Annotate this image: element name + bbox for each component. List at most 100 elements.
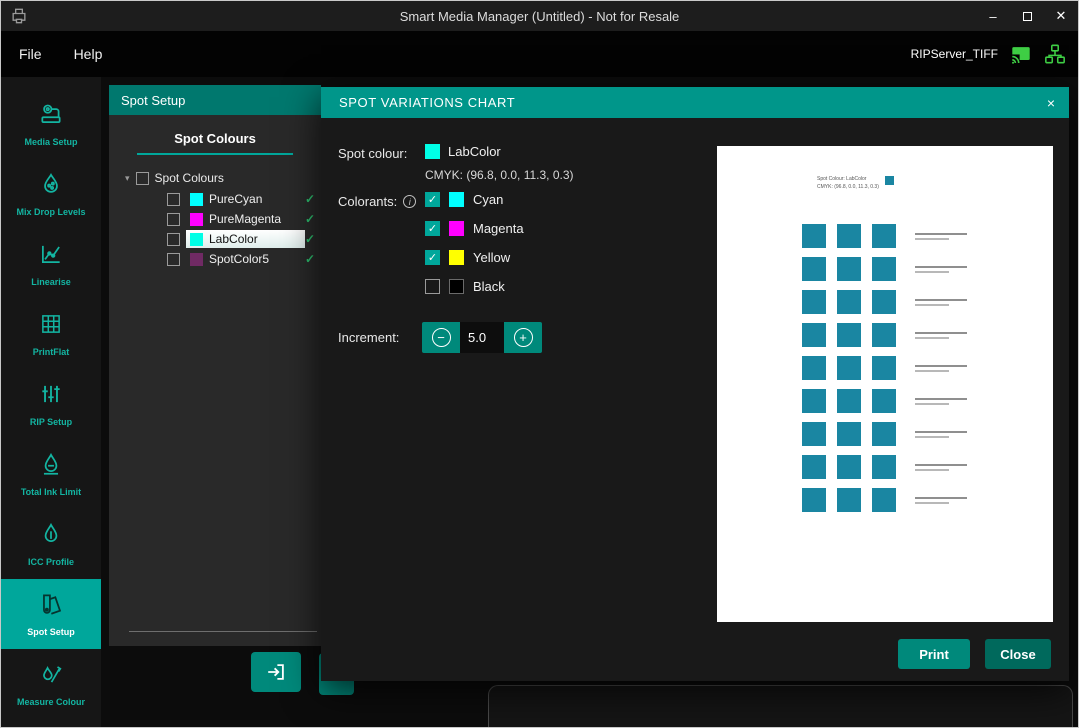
icc-profile-icon	[38, 521, 64, 552]
variation-swatch	[837, 455, 861, 479]
sidebar-item-spot-setup[interactable]: Spot Setup	[1, 579, 101, 649]
spot-colours-panel: Spot Colours ▾ Spot Colours PureCyan✓Pur…	[109, 115, 321, 646]
sidebar-item-mix-drop-levels[interactable]: Mix Drop Levels	[1, 159, 101, 229]
colorant-swatch	[449, 250, 464, 265]
decrement-button[interactable]: −	[422, 322, 460, 353]
title-bar: Smart Media Manager (Untitled) - Not for…	[1, 1, 1078, 31]
tree-root-row[interactable]: ▾ Spot Colours	[109, 167, 321, 189]
tree-item-spotcolor5[interactable]: SpotColor5✓	[109, 249, 321, 269]
colorant-checkbox[interactable]	[425, 279, 440, 294]
colorant-swatch	[449, 279, 464, 294]
label-text-line	[915, 332, 967, 334]
label-text-line	[915, 502, 949, 504]
colorant-row-cyan: ✓Cyan	[425, 192, 524, 207]
variation-swatch	[872, 356, 896, 380]
sidebar-item-linearise[interactable]: Linearise	[1, 229, 101, 299]
panel-divider	[129, 631, 317, 632]
variation-row-label	[915, 431, 967, 438]
preview-grid-row	[802, 290, 967, 314]
tree-item-labcolor[interactable]: LabColor✓	[109, 229, 321, 249]
preview-grid-row	[802, 389, 967, 413]
variation-swatch	[872, 224, 896, 248]
spot-colour-name: LabColor	[448, 144, 501, 159]
label-text-line	[915, 304, 949, 306]
approved-check-icon: ✓	[305, 212, 315, 226]
menu-file[interactable]: File	[5, 46, 56, 62]
variation-row-label	[915, 299, 967, 306]
variation-row-label	[915, 497, 967, 504]
colorant-checkbox[interactable]: ✓	[425, 250, 440, 265]
cast-connection-icon[interactable]	[1010, 43, 1032, 65]
label-text-line	[915, 365, 967, 367]
variation-swatch	[872, 290, 896, 314]
tree-item-checkbox[interactable]	[167, 213, 180, 226]
sidebar-item-media-setup[interactable]: Media Setup	[1, 89, 101, 159]
sidebar-item-measure-colour[interactable]: Measure Colour	[1, 649, 101, 719]
tree-item-checkbox[interactable]	[167, 253, 180, 266]
variation-swatch	[802, 323, 826, 347]
background-panel-edge	[488, 685, 1073, 728]
preview-variation-grid	[802, 224, 967, 521]
tree-item-checkbox[interactable]	[167, 233, 180, 246]
measure-colour-icon	[38, 661, 64, 692]
tree-expander-icon[interactable]: ▾	[125, 173, 130, 184]
sidebar-item-printflat[interactable]: PrintFlat	[1, 299, 101, 369]
variation-swatch	[872, 455, 896, 479]
tree-item-highlight: SpotColor5	[186, 250, 305, 268]
page-title: Spot Setup	[109, 85, 321, 115]
tree-item-checkbox[interactable]	[167, 193, 180, 206]
sidebar-item-label: Spot Setup	[27, 627, 75, 637]
maximize-button[interactable]	[1010, 1, 1044, 31]
preview-grid-row	[802, 224, 967, 248]
colorant-swatch	[449, 221, 464, 236]
sidebar-item-rip-setup[interactable]: RIP Setup	[1, 369, 101, 439]
colorant-checkbox[interactable]: ✓	[425, 192, 440, 207]
preview-grid-row	[802, 257, 967, 281]
variation-row-label	[915, 398, 967, 405]
tree-item-name: PureCyan	[209, 192, 262, 206]
variation-swatch	[837, 290, 861, 314]
rip-setup-icon	[38, 381, 64, 412]
approved-check-icon: ✓	[305, 252, 315, 266]
info-icon[interactable]: i	[403, 195, 416, 208]
minimize-button[interactable]: –	[976, 1, 1010, 31]
network-nodes-icon[interactable]	[1044, 43, 1066, 65]
colorant-name: Yellow	[473, 250, 510, 265]
preview-grid-row	[802, 323, 967, 347]
tree-item-purecyan[interactable]: PureCyan✓	[109, 189, 321, 209]
label-text-line	[915, 266, 967, 268]
sidebar-item-total-ink-limit[interactable]: Total Ink Limit	[1, 439, 101, 509]
variation-swatch	[837, 389, 861, 413]
close-button[interactable]: Close	[985, 639, 1051, 669]
label-text-line	[915, 464, 967, 466]
colorant-checkbox[interactable]: ✓	[425, 221, 440, 236]
increment-stepper: − 5.0 +	[422, 322, 542, 353]
import-spot-colour-button[interactable]	[251, 652, 301, 692]
menu-help[interactable]: Help	[60, 46, 117, 62]
preview-header: Spot Colour: LabColor CMYK: (96.8, 0.0, …	[817, 176, 894, 191]
variation-row-label	[915, 266, 967, 273]
variation-swatch	[802, 389, 826, 413]
print-button[interactable]: Print	[898, 639, 970, 669]
colorant-name: Magenta	[473, 221, 524, 236]
dialog-close-icon[interactable]: ×	[1047, 95, 1055, 111]
cmyk-value-text: CMYK: (96.8, 0.0, 11.3, 0.3)	[425, 168, 574, 182]
title-underline	[137, 153, 293, 155]
preview-header-line1: Spot Colour: LabColor	[817, 176, 879, 182]
sidebar-item-label: Total Ink Limit	[21, 487, 81, 497]
sidebar-item-label: Media Setup	[24, 137, 77, 147]
window-title: Smart Media Manager (Untitled) - Not for…	[1, 9, 1078, 24]
sidebar-item-label: Mix Drop Levels	[16, 207, 85, 217]
increment-button[interactable]: +	[504, 322, 542, 353]
tree-root-checkbox[interactable]	[136, 172, 149, 185]
increment-value-field[interactable]: 5.0	[460, 322, 504, 353]
sidebar-item-label: PrintFlat	[33, 347, 70, 357]
sidebar-item-icc-profile[interactable]: ICC Profile	[1, 509, 101, 579]
spot-variations-dialog: SPOT VARIATIONS CHART × Spot colour: Lab…	[321, 87, 1069, 681]
tree-item-puremagenta[interactable]: PureMagenta✓	[109, 209, 321, 229]
dialog-body: Spot colour: LabColor CMYK: (96.8, 0.0, …	[321, 118, 1069, 681]
label-text-line	[915, 497, 967, 499]
sidebar-item-label: Linearise	[31, 277, 71, 287]
close-window-button[interactable]: ✕	[1044, 1, 1078, 31]
dialog-header: SPOT VARIATIONS CHART ×	[321, 87, 1069, 118]
